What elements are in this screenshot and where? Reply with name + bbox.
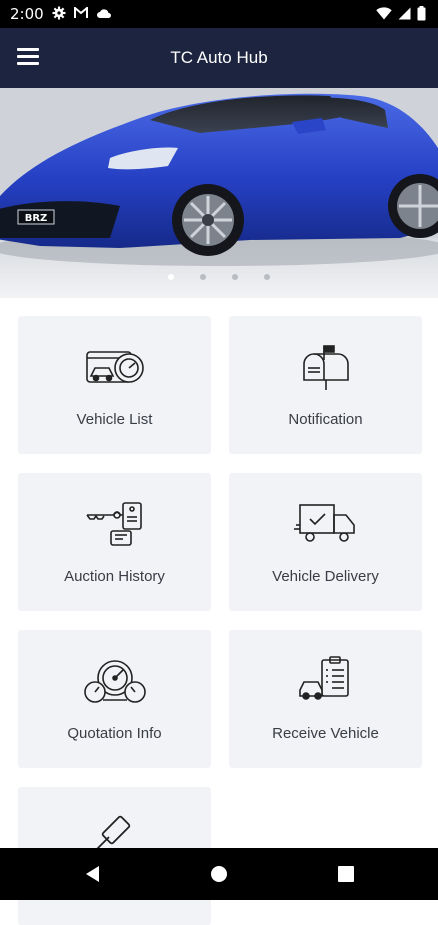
gmail-icon	[74, 7, 88, 18]
menu-card-label: Quotation Info	[67, 725, 162, 742]
vehicle-list-icon	[85, 351, 144, 383]
status-system-icons	[376, 6, 426, 21]
carousel-indicators	[0, 274, 438, 280]
home-icon[interactable]	[207, 862, 231, 886]
carousel-dot-active[interactable]	[168, 274, 174, 280]
menu-card-label: Vehicle Delivery	[272, 568, 379, 585]
app-title: TC Auto Hub	[170, 48, 268, 67]
signal-icon	[398, 7, 411, 20]
car-image: BRZ	[0, 88, 438, 298]
status-notification-icons	[52, 6, 112, 20]
menu-card-label: Notification	[288, 411, 363, 428]
menu-card-label: Receive Vehicle	[272, 725, 379, 742]
menu-card-receive-vehicle[interactable]: Receive Vehicle	[229, 630, 422, 768]
status-time: 2:00	[10, 5, 44, 23]
key-tag-icon	[85, 502, 142, 546]
system-navigation-bar	[0, 848, 438, 900]
app-bar: TC Auto Hub	[0, 28, 438, 88]
menu-card-label: Auction History	[64, 568, 165, 585]
banner-carousel[interactable]: BRZ	[0, 88, 438, 298]
battery-icon	[417, 6, 426, 21]
cloud-icon	[97, 8, 111, 18]
carousel-dot[interactable]	[264, 274, 270, 280]
gear-icon	[52, 6, 66, 20]
license-plate-text: BRZ	[25, 213, 48, 224]
carousel-dot[interactable]	[200, 274, 206, 280]
back-icon[interactable]	[80, 862, 104, 886]
receive-vehicle-icon	[298, 656, 349, 700]
menu-card-label: Vehicle List	[76, 411, 153, 428]
menu-card-notification[interactable]: Notification	[229, 316, 422, 454]
carousel-dot[interactable]	[232, 274, 238, 280]
wifi-icon	[376, 7, 392, 20]
mailbox-icon	[302, 345, 349, 390]
menu-card-vehicle-list[interactable]: Vehicle List	[18, 316, 211, 454]
menu-card-auction-history[interactable]: Auction History	[18, 473, 211, 611]
delivery-truck-icon	[293, 504, 355, 542]
gauge-icon	[83, 660, 146, 703]
menu-card-vehicle-delivery[interactable]: Vehicle Delivery	[229, 473, 422, 611]
menu-card-quotation-info[interactable]: Quotation Info	[18, 630, 211, 768]
recents-icon[interactable]	[334, 862, 358, 886]
status-bar: 2:00	[0, 0, 438, 28]
